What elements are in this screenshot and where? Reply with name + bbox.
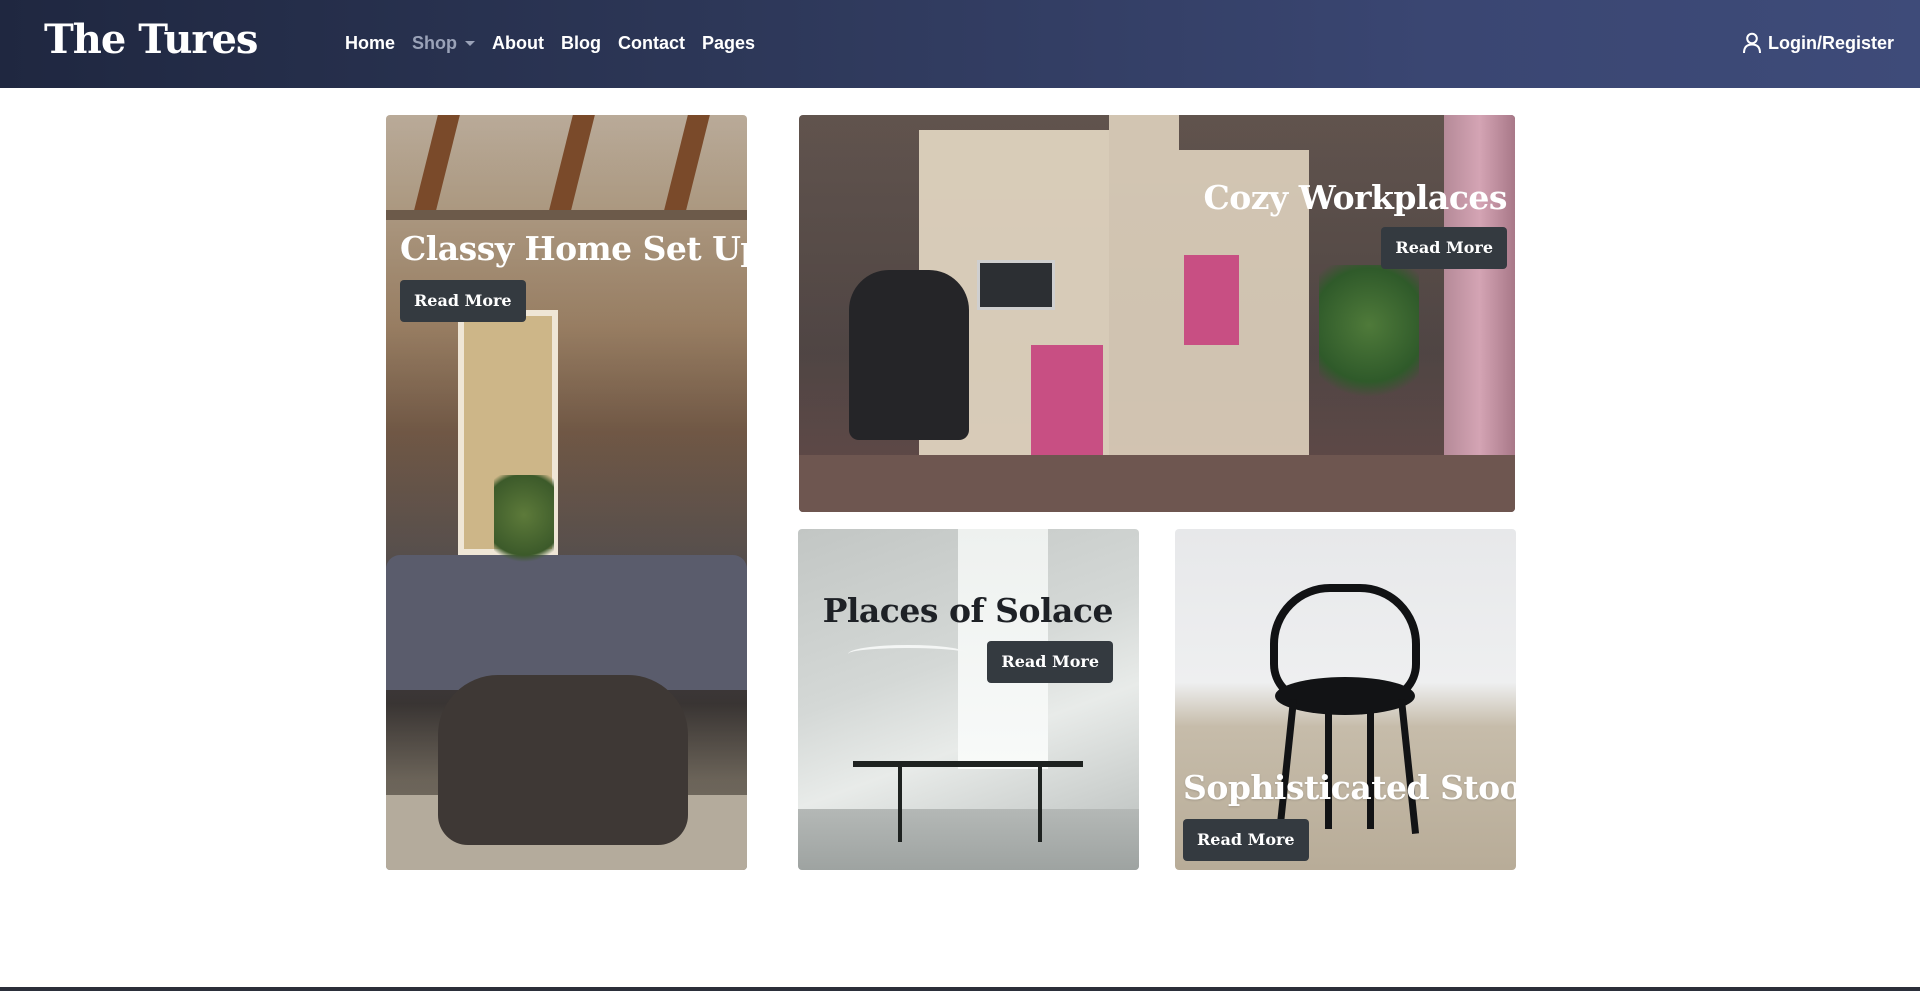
nav-item-contact[interactable]: Contact bbox=[618, 30, 685, 56]
card-title: Cozy Workplaces bbox=[1203, 178, 1508, 217]
nav-item-shop-label: Shop bbox=[412, 33, 458, 53]
computer-monitor bbox=[977, 260, 1055, 310]
coffee-table bbox=[438, 675, 688, 845]
ceiling-beam bbox=[549, 115, 595, 210]
read-more-button[interactable]: Read More bbox=[1381, 227, 1507, 269]
card-image-dining bbox=[798, 529, 1139, 870]
chair-leg bbox=[1275, 699, 1298, 834]
main-nav: Home Shop About Blog Contact Pages bbox=[345, 30, 772, 56]
card-title: Sophisticated Stools bbox=[1183, 768, 1516, 807]
ceiling-beam bbox=[414, 115, 460, 210]
chair-leg bbox=[1397, 699, 1420, 834]
card-title: Places of Solace bbox=[822, 591, 1114, 630]
caret-down-icon bbox=[465, 40, 476, 46]
nav-item-home[interactable]: Home bbox=[345, 30, 395, 56]
navbar: The Tures Home Shop About Blog Contact P… bbox=[0, 0, 1920, 88]
read-more-button[interactable]: Read More bbox=[400, 280, 526, 322]
user-icon bbox=[1742, 32, 1761, 54]
card-sophisticated-stools: Sophisticated Stools Read More bbox=[1175, 529, 1516, 870]
cabinet bbox=[1109, 115, 1179, 455]
table-leg bbox=[1038, 767, 1042, 842]
sofa bbox=[386, 555, 747, 690]
nav-item-shop[interactable]: Shop bbox=[412, 30, 476, 56]
read-more-button[interactable]: Read More bbox=[987, 641, 1113, 683]
nav-item-about[interactable]: About bbox=[492, 30, 544, 56]
card-classy-home: Classy Home Set Ups Read More bbox=[386, 115, 747, 870]
nav-item-blog[interactable]: Blog bbox=[561, 30, 601, 56]
card-title: Classy Home Set Ups bbox=[400, 229, 747, 268]
card-image-office bbox=[799, 115, 1515, 512]
table-leg bbox=[898, 767, 902, 842]
floor bbox=[798, 809, 1139, 870]
ceiling-edge bbox=[386, 210, 747, 220]
plant bbox=[1319, 265, 1419, 415]
floor bbox=[799, 455, 1515, 512]
pink-drawer bbox=[1031, 345, 1103, 455]
plant bbox=[494, 475, 554, 575]
curtain bbox=[1444, 115, 1515, 455]
login-register-link[interactable]: Login/Register bbox=[1742, 30, 1894, 56]
card-cozy-workplaces: Cozy Workplaces Read More bbox=[799, 115, 1515, 512]
footer-edge bbox=[0, 987, 1920, 991]
card-places-of-solace: Places of Solace Read More bbox=[798, 529, 1139, 870]
pink-drawer bbox=[1184, 255, 1239, 345]
brand-logo[interactable]: The Tures bbox=[44, 10, 258, 70]
nav-item-pages[interactable]: Pages bbox=[702, 30, 755, 56]
office-chair bbox=[849, 270, 969, 440]
login-register-label: Login/Register bbox=[1767, 33, 1894, 53]
read-more-button[interactable]: Read More bbox=[1183, 819, 1309, 861]
pendant-lamp bbox=[848, 645, 968, 663]
dining-table bbox=[853, 761, 1083, 767]
ceiling-beam bbox=[664, 115, 710, 210]
